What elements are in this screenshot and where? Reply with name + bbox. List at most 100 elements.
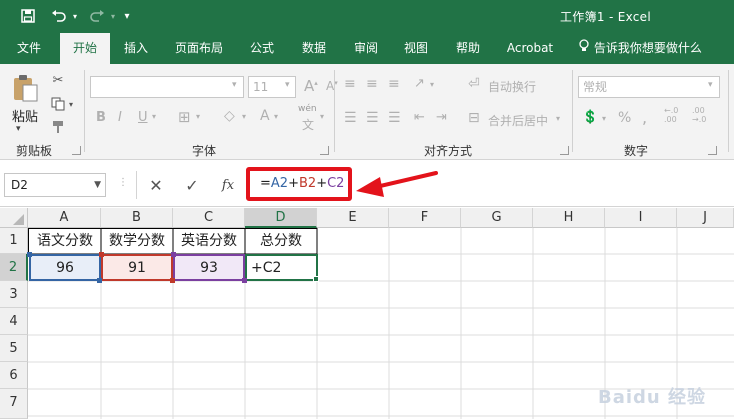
save-icon[interactable] xyxy=(18,6,38,26)
row-header-3[interactable]: 3 xyxy=(0,281,28,308)
cell-b2[interactable]: 91 xyxy=(101,254,173,281)
column-header-d[interactable]: D xyxy=(245,208,317,228)
borders-dropdown-icon: ▾ xyxy=(196,112,201,121)
orientation-icon: ↗ xyxy=(414,76,425,91)
redo-dropdown-icon: ▾ xyxy=(110,11,115,21)
tab-help[interactable]: 帮助 xyxy=(446,33,490,64)
paste-label[interactable]: 粘贴 xyxy=(12,106,38,125)
copy-icon[interactable] xyxy=(48,94,68,114)
title-bar: ▾ ▾ ▾ 工作簿1 - Excel xyxy=(0,0,734,33)
underline-icon: U xyxy=(138,110,148,125)
column-header-h[interactable]: H xyxy=(533,208,605,228)
tab-file[interactable]: 文件 xyxy=(4,33,54,64)
tab-review[interactable]: 审阅 xyxy=(344,33,388,64)
number-format-select: 常规 xyxy=(578,76,720,98)
merge-center-label: 合并后居中 xyxy=(488,114,549,128)
decrease-decimal-icon: .00 →.0 xyxy=(692,106,707,124)
row-header-6[interactable]: 6 xyxy=(0,362,28,389)
phonetic-guide-char: 文 xyxy=(302,118,315,132)
clipboard-launcher-icon[interactable] xyxy=(72,146,81,155)
ref-handle-a2[interactable] xyxy=(27,252,32,257)
cancel-icon[interactable]: ✕ xyxy=(146,175,166,195)
increase-font-icon: A▴ xyxy=(304,77,318,95)
align-center-icon: ☰ xyxy=(366,110,379,126)
column-header-j[interactable]: J xyxy=(677,208,734,228)
formula-bar-divider xyxy=(136,171,137,199)
cell-b1[interactable]: 数学分数 xyxy=(101,229,173,254)
name-box-value: D2 xyxy=(11,178,28,192)
tab-insert[interactable]: 插入 xyxy=(114,33,158,64)
tab-data[interactable]: 数据 xyxy=(292,33,336,64)
tab-home[interactable]: 开始 xyxy=(60,33,110,64)
paste-icon[interactable] xyxy=(10,72,40,104)
decrease-indent-icon: ⇤ xyxy=(414,110,425,125)
cell-a2[interactable]: 96 xyxy=(29,254,101,281)
format-painter-icon[interactable] xyxy=(48,118,68,136)
row-header-5[interactable]: 5 xyxy=(0,335,28,362)
undo-dropdown-icon[interactable]: ▾ xyxy=(70,6,80,26)
ref-handle-a2[interactable] xyxy=(97,278,102,283)
merge-dropdown-icon: ▾ xyxy=(556,114,561,123)
font-name-dropdown-icon: ▾ xyxy=(232,80,237,90)
watermark-logo: Baidu 经验 xyxy=(597,387,706,408)
cell-a1[interactable]: 语文分数 xyxy=(29,229,101,254)
row-header-1[interactable]: 1 xyxy=(0,228,28,254)
name-box-dropdown-icon[interactable]: ▼ xyxy=(94,174,101,196)
underline-dropdown-icon: ▾ xyxy=(152,112,157,121)
cell-d1[interactable]: 总分数 xyxy=(245,229,317,254)
number-launcher-icon[interactable] xyxy=(708,146,717,155)
tab-page-layout[interactable]: 页面布局 xyxy=(166,33,232,64)
column-header-e[interactable]: E xyxy=(317,208,389,228)
top-align-icon: ≡ xyxy=(344,76,356,92)
tab-view[interactable]: 视图 xyxy=(394,33,438,64)
bottom-align-icon: ≡ xyxy=(388,76,400,92)
column-header-f[interactable]: F xyxy=(389,208,461,228)
enter-icon[interactable]: ✓ xyxy=(182,175,202,195)
wrap-text-label: 自动换行 xyxy=(488,80,537,94)
insert-function-icon[interactable]: fx xyxy=(218,175,238,195)
row-header-4[interactable]: 4 xyxy=(0,308,28,335)
cut-icon[interactable]: ✂ xyxy=(48,70,68,90)
ref-handle-b2[interactable] xyxy=(170,278,175,283)
copy-dropdown-icon[interactable]: ▾ xyxy=(69,100,73,109)
wrap-text-icon: ⏎ xyxy=(468,76,480,92)
ribbon-tabs: 文件 开始 插入 页面布局 公式 数据 审阅 视图 帮助 Acrobat 告诉我… xyxy=(0,33,734,64)
group-divider xyxy=(572,70,573,152)
font-launcher-icon[interactable] xyxy=(320,146,329,155)
name-box[interactable]: D2 ▼ xyxy=(4,173,106,197)
group-divider xyxy=(84,70,85,152)
column-header-i[interactable]: I xyxy=(605,208,677,228)
group-divider xyxy=(728,70,729,152)
column-header-c[interactable]: C xyxy=(173,208,245,228)
tab-formulas[interactable]: 公式 xyxy=(240,33,284,64)
row-header-2[interactable]: 2 xyxy=(0,254,28,281)
fill-handle[interactable] xyxy=(313,276,319,282)
tell-me-search[interactable]: 告诉我你想要做什么 xyxy=(578,33,702,64)
phonetic-dropdown-icon: ▾ xyxy=(320,112,325,121)
select-all-corner[interactable] xyxy=(0,208,28,228)
ref-handle-c2[interactable] xyxy=(171,252,176,257)
cell-c2[interactable]: 93 xyxy=(173,254,245,281)
cell-c1[interactable]: 英语分数 xyxy=(173,229,245,254)
ref-handle-b2[interactable] xyxy=(99,252,104,257)
formula-highlight-box xyxy=(246,167,352,201)
column-header-b[interactable]: B xyxy=(101,208,173,228)
paste-dropdown-icon[interactable]: ▾ xyxy=(16,124,21,134)
row-header-7[interactable]: 7 xyxy=(0,389,28,419)
cell-d2[interactable]: +C2 xyxy=(245,254,318,281)
tab-acrobat[interactable]: Acrobat xyxy=(498,33,562,64)
font-color-dropdown-icon: ▾ xyxy=(274,112,279,121)
redo-icon xyxy=(86,6,108,26)
column-header-g[interactable]: G xyxy=(461,208,533,228)
font-group-label: 字体 xyxy=(192,144,217,158)
fill-color-icon: ◇ xyxy=(224,108,235,124)
column-header-a[interactable]: A xyxy=(28,208,101,228)
alignment-launcher-icon[interactable] xyxy=(560,146,569,155)
orientation-dropdown-icon: ▾ xyxy=(430,80,435,89)
customize-toolbar-icon[interactable]: ▾ xyxy=(120,6,134,26)
undo-icon[interactable] xyxy=(48,6,70,26)
ref-handle-c2[interactable] xyxy=(242,278,247,283)
formula-bar-grip-icon[interactable]: ⋮ xyxy=(118,177,128,188)
ribbon-home: 粘贴 ▾ ✂ ▾ 剪贴板 ▾ 11 ▾ A▴ A▾ B I U ▾ ⊞ ▾ ◇ … xyxy=(0,64,734,160)
percent-icon: % xyxy=(618,110,632,126)
